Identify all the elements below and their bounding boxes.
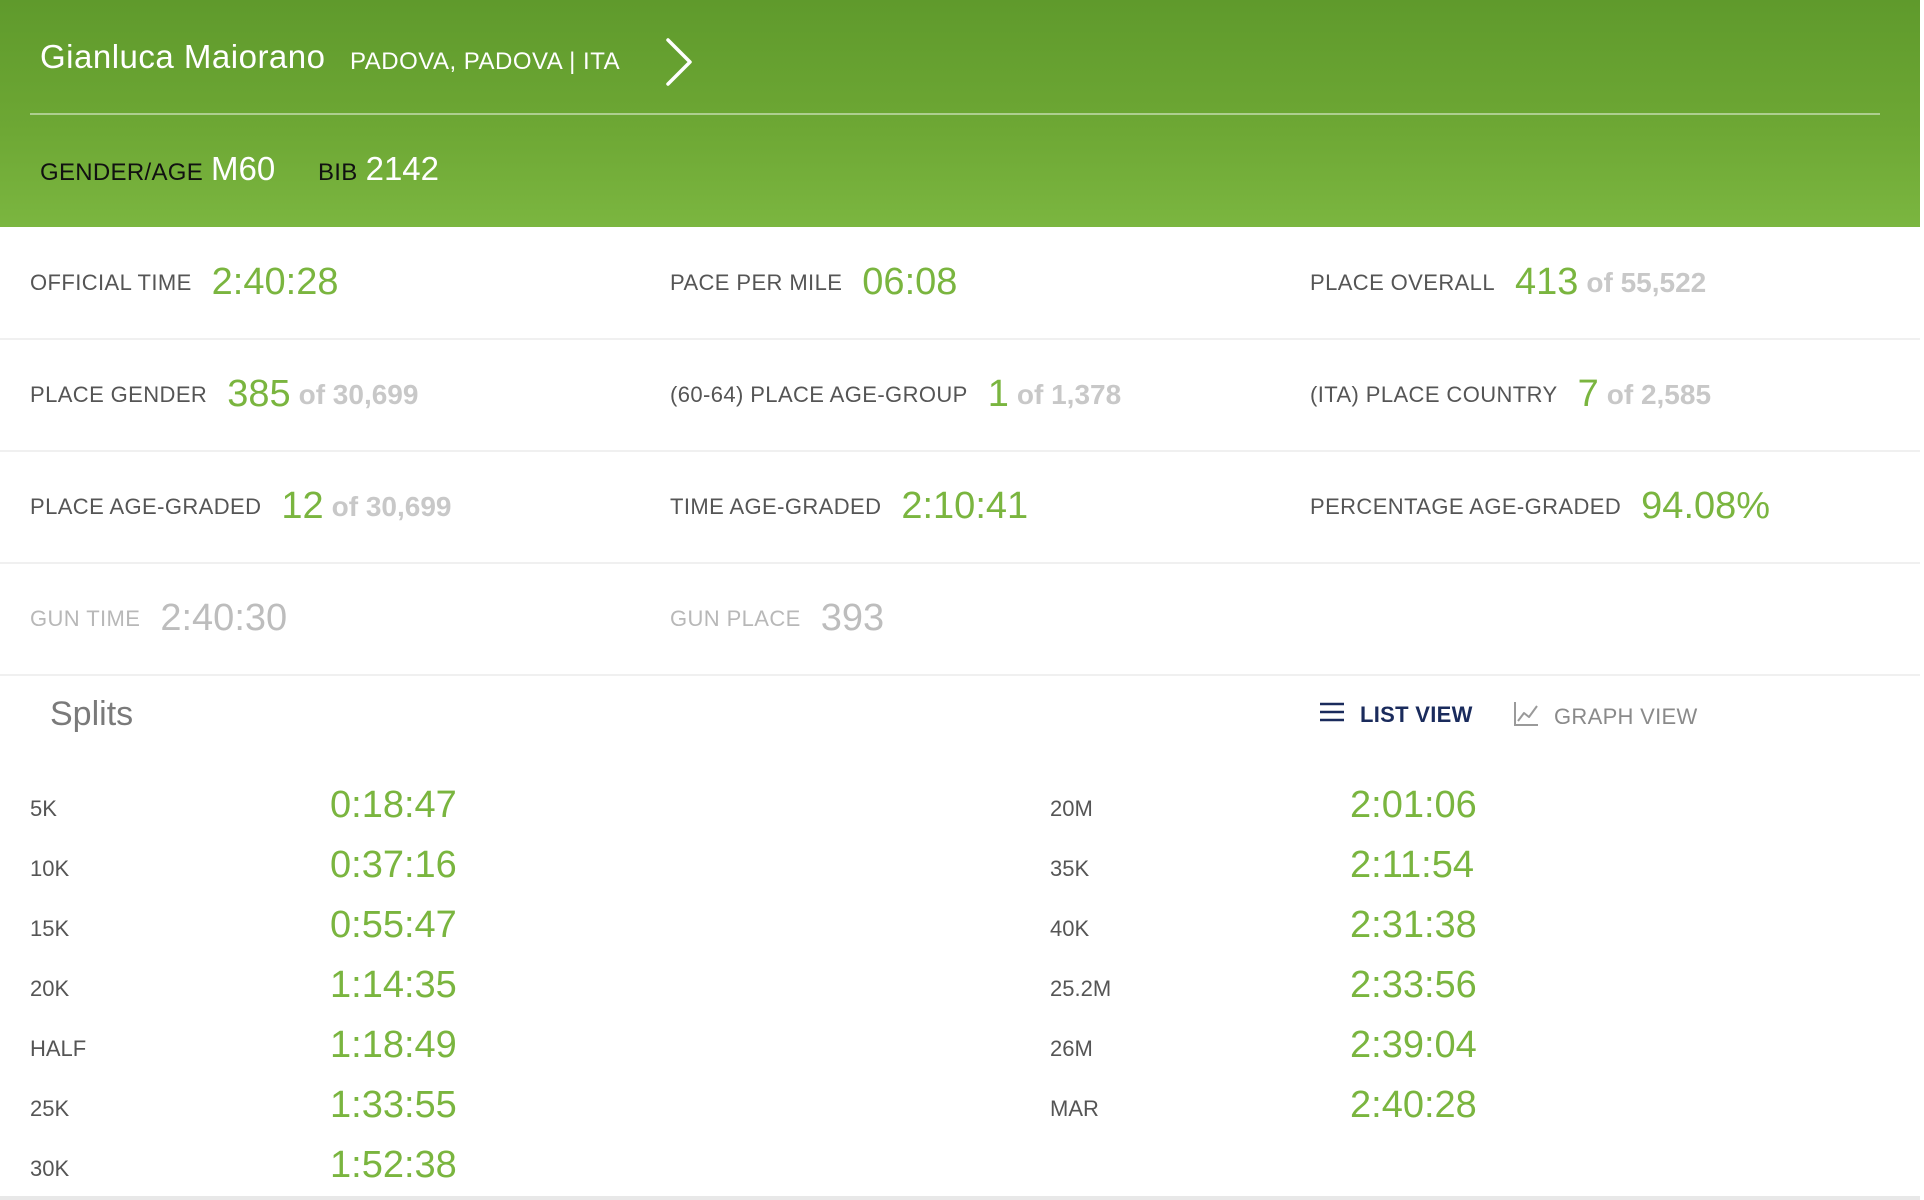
stat-value: 385 <box>227 373 291 415</box>
stat-of-total: of 2,585 <box>1606 378 1712 410</box>
runner-name: Gianluca Maiorano <box>40 38 326 75</box>
bib-label: BIB <box>318 159 358 186</box>
stat-of-total: of 55,522 <box>1586 266 1707 298</box>
stat-place-age-graded: PLACE AGE-GRADED 12 of 30,699 <box>30 451 452 562</box>
stats-row-4: GUN TIME 2:40:30 GUN PLACE 393 <box>0 563 1920 676</box>
bib-value: 2142 <box>365 150 440 187</box>
stat-value: 393 <box>820 597 885 639</box>
gender-age: GENDER/AGE M60 <box>40 150 275 188</box>
stat-label: PLACE AGE-GRADED <box>30 493 262 519</box>
gender-age-label: GENDER/AGE <box>40 159 204 186</box>
split-label: 20K <box>30 976 70 1001</box>
split-time: 1:18:49 <box>330 1024 457 1066</box>
stat-value: 413 <box>1514 261 1579 303</box>
split-time: 2:40:28 <box>1350 1084 1477 1126</box>
list-view-button[interactable]: LIST VIEW <box>1318 700 1473 729</box>
split-label: 35K <box>1050 856 1090 881</box>
split-label: 26M <box>1050 1036 1093 1061</box>
split-label: HALF <box>30 1036 87 1061</box>
stat-value: 2:10:41 <box>901 485 1029 527</box>
stat-gun-place: GUN PLACE 393 <box>670 563 884 674</box>
stat-place-age-group: (60-64) PLACE AGE-GROUP 1 of 1,378 <box>670 339 1121 450</box>
split-label: 15K <box>30 916 70 941</box>
stat-value: 2:40:28 <box>211 261 339 303</box>
stat-label: GUN PLACE <box>670 605 801 631</box>
stat-value: 06:08 <box>862 261 958 303</box>
split-time: 2:11:54 <box>1350 844 1474 886</box>
stat-value: 1 <box>987 373 1009 415</box>
split-time: 2:01:06 <box>1350 784 1477 826</box>
graph-view-label: GRAPH VIEW <box>1554 703 1698 729</box>
stat-place-overall: PLACE OVERALL 413 of 55,522 <box>1310 227 1706 338</box>
stats-row-1: OFFICIAL TIME 2:40:28 PACE PER MILE 06:0… <box>0 227 1920 340</box>
stats-row-2: PLACE GENDER 385 of 30,699 (60-64) PLACE… <box>0 339 1920 452</box>
split-time: 1:14:35 <box>330 964 457 1006</box>
stat-label: (60-64) PLACE AGE-GROUP <box>670 381 968 407</box>
split-label: 10K <box>30 856 70 881</box>
stat-percentage-age-graded: PERCENTAGE AGE-GRADED 94.08% <box>1310 451 1770 562</box>
stat-label: PACE PER MILE <box>670 269 843 295</box>
split-time: 0:55:47 <box>330 904 457 946</box>
gender-age-value: M60 <box>211 150 276 187</box>
split-time: 2:39:04 <box>1350 1024 1477 1066</box>
split-label: 30K <box>30 1156 70 1181</box>
runner-header: Gianluca Maiorano PADOVA, PADOVA | ITA G… <box>0 0 1920 227</box>
line-chart-icon <box>1512 700 1540 733</box>
split-label: 5K <box>30 796 57 821</box>
list-view-label: LIST VIEW <box>1360 701 1473 727</box>
split-time: 2:31:38 <box>1350 904 1477 946</box>
stats-row-3: PLACE AGE-GRADED 12 of 30,699 TIME AGE-G… <box>0 451 1920 564</box>
stat-place-country: (ITA) PLACE COUNTRY 7 of 2,585 <box>1310 339 1711 450</box>
split-time: 2:33:56 <box>1350 964 1477 1006</box>
stat-label: OFFICIAL TIME <box>30 269 192 295</box>
split-label: 20M <box>1050 796 1093 821</box>
stat-value: 2:40:30 <box>160 597 288 639</box>
stat-of-total: of 1,378 <box>1016 378 1122 410</box>
stat-place-gender: PLACE GENDER 385 of 30,699 <box>30 339 418 450</box>
stat-value: 12 <box>281 485 324 527</box>
stat-pace-per-mile: PACE PER MILE 06:08 <box>670 227 957 338</box>
stat-label: PLACE GENDER <box>30 381 208 407</box>
split-time: 1:52:38 <box>330 1144 457 1186</box>
bib: BIB 2142 <box>318 150 439 188</box>
split-time: 0:18:47 <box>330 784 457 826</box>
results-page: Gianluca Maiorano PADOVA, PADOVA | ITA G… <box>0 0 1920 1200</box>
stat-of-total: of 30,699 <box>298 378 419 410</box>
graph-view-button[interactable]: GRAPH VIEW <box>1512 700 1698 733</box>
split-label: MAR <box>1050 1096 1099 1121</box>
list-icon <box>1318 700 1346 729</box>
stat-label: PERCENTAGE AGE-GRADED <box>1310 493 1622 519</box>
chevron-right-icon[interactable] <box>660 36 696 88</box>
split-label: 25K <box>30 1096 70 1121</box>
stat-value: 7 <box>1577 373 1599 415</box>
split-label: 40K <box>1050 916 1090 941</box>
stat-label: PLACE OVERALL <box>1310 269 1495 295</box>
stat-label: TIME AGE-GRADED <box>670 493 882 519</box>
stat-value: 94.08% <box>1641 485 1771 527</box>
runner-location: PADOVA, PADOVA | ITA <box>350 48 621 75</box>
stat-of-total: of 30,699 <box>331 490 452 522</box>
header-divider <box>30 113 1880 115</box>
stat-label: GUN TIME <box>30 605 141 631</box>
split-time: 1:33:55 <box>330 1084 457 1126</box>
splits-title: Splits <box>50 695 134 733</box>
split-label: 25.2M <box>1050 976 1112 1001</box>
split-time: 0:37:16 <box>330 844 457 886</box>
stat-gun-time: GUN TIME 2:40:30 <box>30 563 287 674</box>
stat-label: (ITA) PLACE COUNTRY <box>1310 381 1558 407</box>
stat-official-time: OFFICIAL TIME 2:40:28 <box>30 227 338 338</box>
stat-time-age-graded: TIME AGE-GRADED 2:10:41 <box>670 451 1028 562</box>
